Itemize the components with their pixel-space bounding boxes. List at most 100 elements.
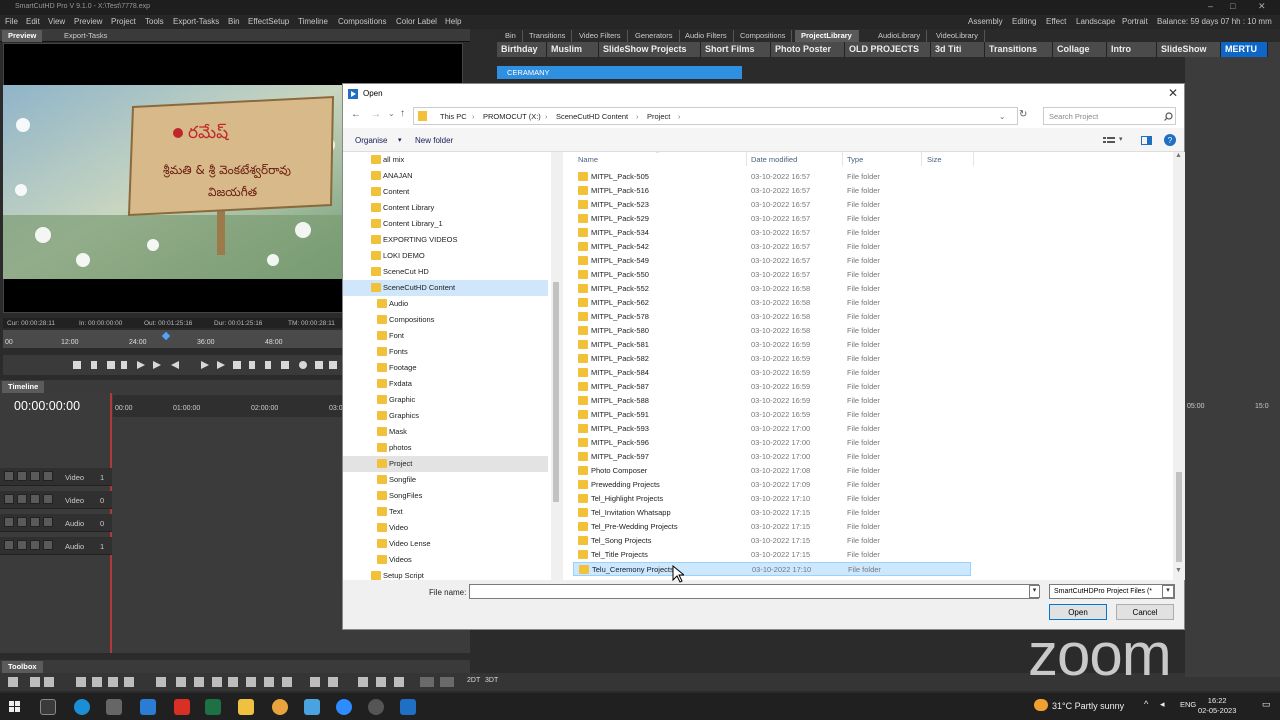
search-input[interactable]: Search Project (1043, 107, 1176, 125)
tab-transitions[interactable]: Transitions (523, 30, 573, 42)
workspace-assembly[interactable]: Assembly (968, 17, 1003, 26)
refresh-icon[interactable]: ↻ (1019, 109, 1027, 120)
subtab-ceramany[interactable]: CERAMANY (497, 66, 742, 79)
file-row[interactable]: MITPL_Pack-596 03-10-2022 17:00 File folde… (573, 436, 971, 450)
lock-icon[interactable] (43, 471, 53, 481)
tab-audio-library[interactable]: AudioLibrary (872, 30, 928, 42)
pdf-icon[interactable] (174, 699, 190, 715)
tab-muslim[interactable]: Muslim (547, 42, 599, 57)
smartcut-app-icon[interactable] (400, 699, 416, 715)
tab-short-films[interactable]: Short Films (701, 42, 771, 57)
speaker-icon[interactable] (30, 517, 40, 527)
nav-item[interactable]: Footage (343, 360, 548, 376)
eye-icon[interactable] (30, 471, 40, 481)
tab-intro[interactable]: Intro (1107, 42, 1157, 57)
nav-item[interactable]: Font (343, 328, 548, 344)
nav-item[interactable]: Content Library (343, 200, 548, 216)
nav-item[interactable]: SceneCutHD Content (343, 280, 548, 296)
menu-file[interactable]: File (5, 17, 18, 26)
file-row[interactable]: MITPL_Pack-593 03-10-2022 17:00 File folde… (573, 422, 971, 436)
nav-item[interactable]: EXPORTING VIDEOS (343, 232, 548, 248)
tab-old-projects[interactable]: OLD PROJECTS (845, 42, 931, 57)
scroll-up-icon[interactable]: ▲ (1175, 152, 1182, 159)
close-window-button[interactable]: ✕ (1258, 1, 1266, 12)
tab-compositions[interactable]: Compositions (734, 30, 793, 42)
timeline-timecode[interactable]: 00:00:00:00 (14, 399, 80, 413)
tab-generators[interactable]: Generators (629, 30, 680, 42)
track-toggle[interactable] (4, 471, 14, 481)
file-row[interactable]: Prewedding Projects 03-10-2022 17:09 File … (573, 478, 971, 492)
tool-3dt[interactable]: 3DT (485, 677, 498, 684)
nav-item[interactable]: Fonts (343, 344, 548, 360)
preview-ruler[interactable]: 00 12:00 24:00 36:00 48:00 (3, 330, 343, 348)
file-row[interactable]: MITPL_Pack-587 03-10-2022 16:59 File folde… (573, 380, 971, 394)
nav-item[interactable]: Project (343, 456, 548, 472)
track-toggle[interactable] (4, 540, 14, 550)
nav-item[interactable]: ANAJAN (343, 168, 548, 184)
file-row[interactable]: Tel_Title Projects 03-10-2022 17:15 File f… (573, 548, 971, 562)
path-segment[interactable]: SceneCutHD Content (556, 112, 628, 121)
back-arrow-icon[interactable]: ← (351, 109, 361, 120)
speaker-icon[interactable]: ◂ (1160, 699, 1165, 710)
file-row[interactable]: MITPL_Pack-523 03-10-2022 16:57 File folde… (573, 198, 971, 212)
nav-item[interactable]: Content Library_1 (343, 216, 548, 232)
lock-icon[interactable] (43, 494, 53, 504)
view-options-icon[interactable] (1103, 136, 1115, 145)
file-row[interactable]: MITPL_Pack-588 03-10-2022 16:59 File folde… (573, 394, 971, 408)
address-bar[interactable]: This PC › PROMOCUT (X:) › SceneCutHD Con… (413, 107, 1018, 125)
track-toggle[interactable] (17, 517, 27, 527)
file-type-select[interactable]: SmartCutHDPro Project Files (* (1049, 584, 1175, 599)
tab-slideshow[interactable]: SlideShow (1157, 42, 1221, 57)
app-icon[interactable] (304, 699, 320, 715)
notifications-icon[interactable]: ▭ (1262, 699, 1271, 710)
nav-item[interactable]: Text (343, 504, 548, 520)
column-type[interactable]: Type (847, 155, 863, 164)
tab-project-library[interactable]: ProjectLibrary (795, 30, 859, 42)
nav-item[interactable]: Songfile (343, 472, 548, 488)
menu-view[interactable]: View (48, 17, 65, 26)
tab-video-filters[interactable]: Video Filters (573, 30, 628, 42)
file-row[interactable]: Tel_Pre-Wedding Projects 03-10-2022 17:15… (573, 520, 971, 534)
tab-transitions-cat[interactable]: Transitions (985, 42, 1053, 57)
task-view-icon[interactable] (40, 699, 56, 715)
tab-bin[interactable]: Bin (499, 30, 523, 42)
tab-photo-poster[interactable]: Photo Poster (771, 42, 845, 57)
excel-icon[interactable] (205, 699, 221, 715)
nav-item[interactable]: Compositions (343, 312, 548, 328)
nav-item[interactable]: Fxdata (343, 376, 548, 392)
chevron-down-icon[interactable]: ▾ (1029, 585, 1040, 598)
nav-item[interactable]: LOKI DEMO (343, 248, 548, 264)
file-name-field[interactable] (469, 584, 1039, 599)
workspace-portrait[interactable]: Portrait (1122, 17, 1148, 26)
tab-toolbox[interactable]: Toolbox (2, 661, 43, 673)
new-folder-button[interactable]: New folder (415, 136, 453, 145)
nav-item[interactable]: photos (343, 440, 548, 456)
nav-item[interactable]: Graphics (343, 408, 548, 424)
workspace-landscape[interactable]: Landscape (1076, 17, 1115, 26)
file-row[interactable]: MITPL_Pack-584 03-10-2022 16:59 File folde… (573, 366, 971, 380)
minimize-button[interactable]: – (1208, 1, 1213, 11)
file-row[interactable]: Photo Composer 03-10-2022 17:08 File folde… (573, 464, 971, 478)
menu-edit[interactable]: Edit (26, 17, 40, 26)
tab-birthday[interactable]: Birthday (497, 42, 547, 57)
tab-slideshow-projects[interactable]: SlideShow Projects (599, 42, 701, 57)
file-row[interactable]: MITPL_Pack-552 03-10-2022 16:58 File folde… (573, 282, 971, 296)
tab-audio-filters[interactable]: Audio Filters (679, 30, 734, 42)
tab-timeline[interactable]: Timeline (2, 381, 45, 393)
track-audio-1[interactable]: Audio 1 (0, 537, 112, 555)
nav-item[interactable]: Videos (343, 552, 548, 568)
nav-item[interactable]: Setup Script (343, 568, 548, 580)
eye-icon[interactable] (30, 494, 40, 504)
column-size[interactable]: Size (927, 155, 942, 164)
open-button[interactable]: Open (1049, 604, 1107, 620)
file-row[interactable]: Telu_Ceremony Projects 03-10-2022 17:10 Fi… (573, 562, 971, 576)
up-arrow-icon[interactable]: ↑ (400, 108, 405, 119)
track-video-1[interactable]: Video 1 (0, 468, 112, 486)
lock-icon[interactable] (43, 517, 53, 527)
workspace-effect[interactable]: Effect (1046, 17, 1066, 26)
menu-timeline[interactable]: Timeline (298, 17, 328, 26)
file-row[interactable]: MITPL_Pack-582 03-10-2022 16:59 File folde… (573, 352, 971, 366)
path-segment[interactable]: This PC (440, 112, 467, 121)
file-row[interactable]: MITPL_Pack-549 03-10-2022 16:57 File folde… (573, 254, 971, 268)
mail-icon[interactable] (140, 699, 156, 715)
